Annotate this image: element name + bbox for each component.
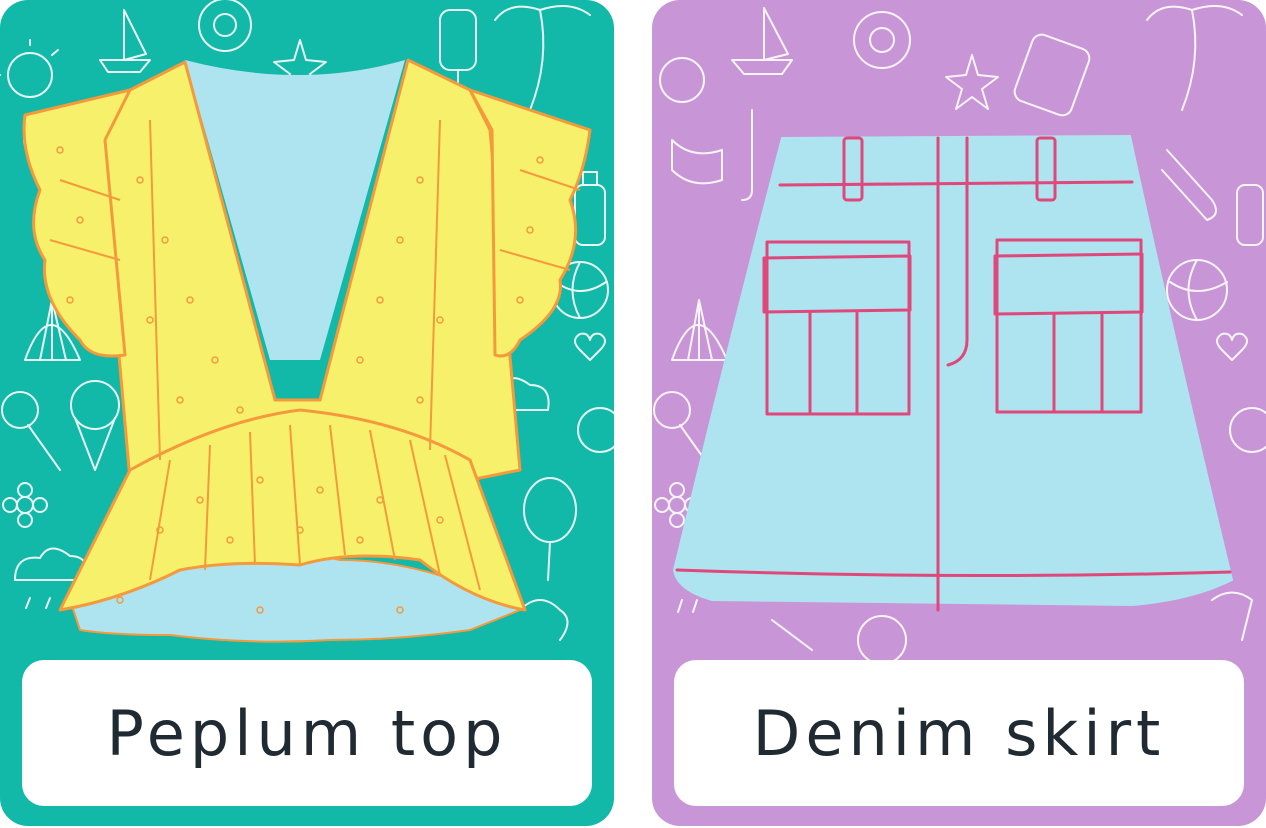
card-label: Denim skirt [752,696,1166,770]
flashcard-denim-skirt: Denim skirt [652,0,1266,826]
card-label-box: Denim skirt [674,660,1244,806]
card-label-box: Peplum top [22,660,592,806]
flashcard-peplum-top: Peplum top [0,0,614,826]
card-label: Peplum top [106,696,508,770]
